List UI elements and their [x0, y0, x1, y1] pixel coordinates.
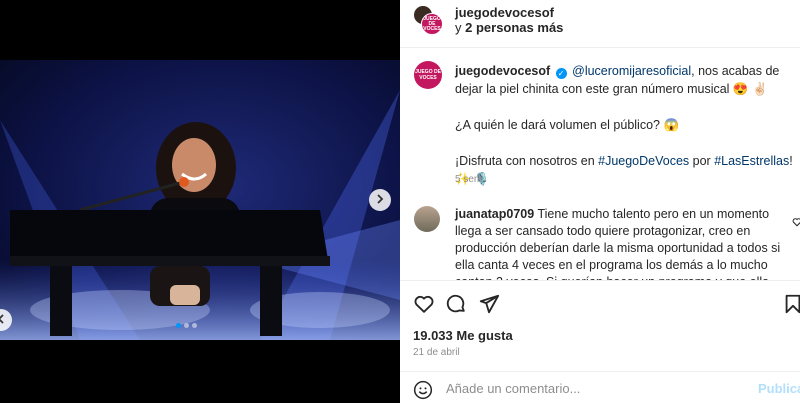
heart-icon[interactable]	[413, 293, 435, 315]
avatar[interactable]	[414, 206, 440, 232]
chevron-left-icon	[0, 311, 6, 329]
avatar-logo-text: JUEGO DE VOCES	[415, 69, 441, 81]
bookmark-icon[interactable]	[782, 293, 800, 315]
share-icon[interactable]	[478, 293, 500, 315]
avatar[interactable]: JUEGO DE VOCES	[414, 61, 442, 89]
emoji-icon[interactable]	[413, 380, 433, 403]
caption-timestamp[interactable]: 5 sem	[455, 174, 482, 185]
caption-username[interactable]: juegodevocesof	[455, 64, 550, 78]
comment-input[interactable]	[446, 377, 746, 399]
mention-link[interactable]: @luceromijaresoficial	[572, 64, 691, 78]
and-text: y	[455, 20, 462, 35]
comment-icon[interactable]	[445, 293, 467, 315]
post-actions: 19.033 Me gusta 21 de abril Publicar	[400, 280, 800, 400]
carousel-dots	[176, 323, 197, 328]
instagram-post-viewer: JUEGO DE VOCES juegodevocesof y 2 person…	[0, 0, 800, 403]
hashtag-link[interactable]: #LasEstrellas	[714, 154, 789, 168]
post-header: JUEGO DE VOCES juegodevocesof y 2 person…	[400, 0, 800, 48]
likes-count[interactable]: 19.033 Me gusta	[413, 328, 513, 343]
stage-performance-image	[0, 60, 400, 340]
caption-segment: por	[689, 154, 715, 168]
caption-segment: ¡Disfruta con nosotros en	[455, 154, 599, 168]
carousel-dot	[176, 323, 181, 328]
hashtag-link[interactable]: #JuegoDeVoces	[598, 154, 689, 168]
caption-line: ¿A quién le dará volumen el público? 😱	[455, 118, 680, 132]
post-media	[0, 0, 400, 403]
comment-like-heart-icon[interactable]	[792, 214, 800, 232]
avatar-logo-text: JUEGO DE VOCES	[423, 15, 441, 32]
publish-button[interactable]: Publicar	[758, 381, 800, 396]
collab-avatars[interactable]: JUEGO DE VOCES	[413, 5, 443, 35]
verified-badge-icon: ✓	[555, 68, 567, 79]
header-username[interactable]: juegodevocesof	[455, 5, 554, 20]
carousel-dot	[184, 323, 189, 328]
collaborators-text[interactable]: y 2 personas más	[455, 20, 563, 35]
post-side-panel: JUEGO DE VOCES juegodevocesof y 2 person…	[400, 0, 800, 403]
caption-text: juegodevocesof ✓ @luceromijaresoficial, …	[455, 62, 793, 188]
carousel-dot	[192, 323, 197, 328]
add-comment-bar: Publicar	[400, 371, 800, 403]
caption-line: ¡Disfruta con nosotros en #JuegoDeVoces …	[455, 152, 793, 188]
post-photo[interactable]	[0, 60, 400, 340]
chevron-right-icon	[375, 191, 385, 209]
avatar: JUEGO DE VOCES	[421, 13, 443, 35]
carousel-next-button[interactable]	[369, 189, 391, 211]
others-link[interactable]: 2 personas más	[465, 20, 563, 35]
comment-username[interactable]: juanatap0709	[455, 207, 534, 221]
post-date[interactable]: 21 de abril	[413, 347, 460, 358]
